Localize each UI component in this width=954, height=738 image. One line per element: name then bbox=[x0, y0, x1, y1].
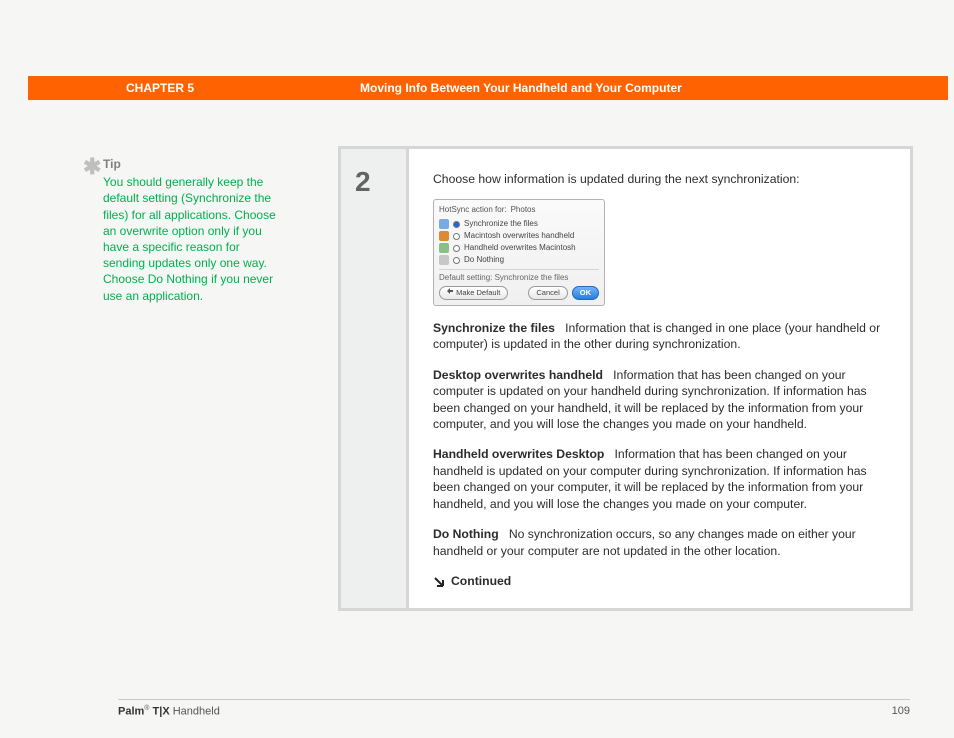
term: Desktop overwrites handheld bbox=[433, 368, 603, 382]
term: Synchronize the files bbox=[433, 321, 555, 335]
sync-icon bbox=[439, 219, 449, 229]
diagonal-arrow-icon bbox=[433, 576, 445, 588]
step-intro: Choose how information is updated during… bbox=[433, 171, 886, 187]
radio-icon bbox=[453, 233, 460, 240]
dialog-option: Handheld overwrites Macintosh bbox=[439, 242, 599, 254]
step-number: 2 bbox=[355, 163, 392, 201]
hotsync-dialog: HotSync action for: Photos Synchronize t… bbox=[433, 199, 605, 305]
registered-icon: ® bbox=[144, 705, 149, 712]
ok-button: OK bbox=[572, 286, 599, 300]
definition: Synchronize the files Information that i… bbox=[433, 320, 886, 353]
page-footer: Palm® T|X Handheld 109 bbox=[118, 699, 910, 720]
dialog-option: Do Nothing bbox=[439, 254, 599, 266]
asterisk-icon: ✱ bbox=[83, 152, 101, 182]
dialog-header: HotSync action for: Photos bbox=[439, 204, 599, 216]
sync-icon bbox=[439, 231, 449, 241]
product-name: Palm® T|X Handheld bbox=[118, 704, 220, 720]
separator bbox=[439, 269, 599, 270]
definition: Do Nothing No synchronization occurs, so… bbox=[433, 526, 886, 559]
radio-icon bbox=[453, 257, 460, 264]
option-label: Synchronize the files bbox=[464, 219, 538, 229]
tip-sidebar: ✱ Tip You should generally keep the defa… bbox=[103, 156, 283, 304]
chapter-label: CHAPTER 5 bbox=[126, 80, 194, 96]
dialog-option: Macintosh overwrites handheld bbox=[439, 230, 599, 242]
radio-icon bbox=[453, 245, 460, 252]
dialog-buttons: Make Default Cancel OK bbox=[439, 286, 599, 300]
term: Handheld overwrites Desktop bbox=[433, 447, 604, 461]
default-setting-line: Default setting: Synchronize the files bbox=[439, 273, 599, 283]
dialog-head-label: HotSync action for: bbox=[439, 205, 507, 215]
sync-icon bbox=[439, 255, 449, 265]
cancel-button: Cancel bbox=[528, 286, 567, 300]
arrow-icon bbox=[446, 287, 454, 295]
dialog-head-value: Photos bbox=[511, 205, 536, 215]
step-box: 2 Choose how information is updated duri… bbox=[338, 146, 913, 611]
step-content: Choose how information is updated during… bbox=[409, 149, 910, 608]
option-label: Do Nothing bbox=[464, 255, 504, 265]
chapter-title: Moving Info Between Your Handheld and Yo… bbox=[360, 80, 682, 96]
radio-icon bbox=[453, 221, 460, 228]
option-label: Macintosh overwrites handheld bbox=[464, 231, 574, 241]
option-label: Handheld overwrites Macintosh bbox=[464, 243, 576, 253]
definition: Handheld overwrites Desktop Information … bbox=[433, 446, 886, 512]
sync-icon bbox=[439, 243, 449, 253]
continued-label: Continued bbox=[451, 573, 511, 589]
definition: Desktop overwrites handheld Information … bbox=[433, 367, 886, 433]
page-number: 109 bbox=[892, 704, 910, 720]
step-gutter: 2 bbox=[341, 149, 409, 608]
continued-line: Continued bbox=[433, 573, 886, 589]
term: Do Nothing bbox=[433, 527, 499, 541]
dialog-option: Synchronize the files bbox=[439, 218, 599, 230]
make-default-button: Make Default bbox=[439, 286, 508, 300]
tip-label: Tip bbox=[103, 156, 283, 172]
tip-body: You should generally keep the default se… bbox=[103, 174, 283, 304]
chapter-header: CHAPTER 5 Moving Info Between Your Handh… bbox=[28, 76, 948, 100]
